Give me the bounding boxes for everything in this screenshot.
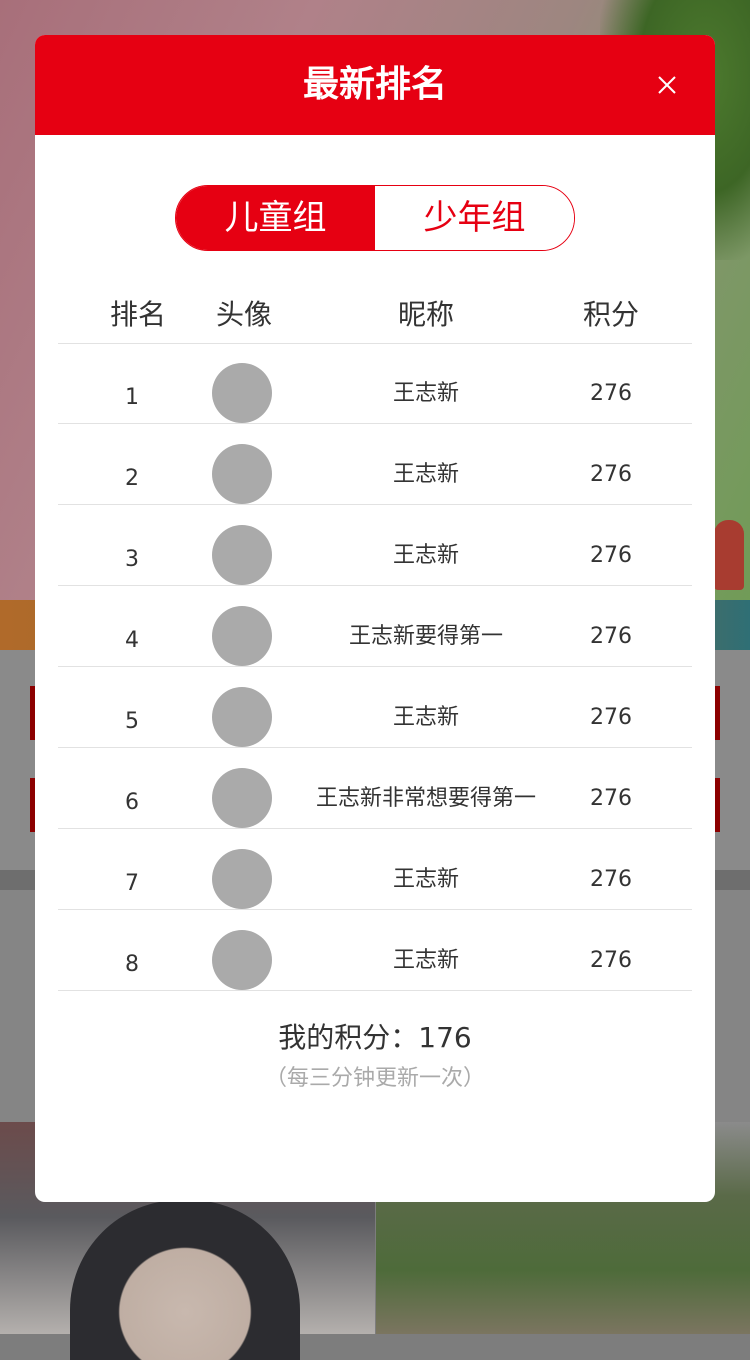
score-cell: 276 [590, 462, 632, 487]
header-rank: 排名 [109, 298, 166, 331]
nickname-cell: 王志新 [392, 948, 459, 973]
group-switch: 儿童组 少年组 [175, 185, 575, 251]
header-score: 积分 [582, 298, 639, 331]
update-note: （每三分钟更新一次） [264, 1066, 485, 1091]
rank-cell: 1 [125, 385, 139, 410]
score-cell: 276 [590, 867, 632, 892]
avatar [212, 849, 272, 909]
score-cell: 276 [590, 786, 632, 811]
table-row: 4 王志新要得第一 276 [58, 586, 692, 667]
ranking-table: 1 王志新 276 2 王志新 276 3 王志新 276 4 王志新要得第一 … [58, 343, 692, 991]
table-row: 8 王志新 276 [58, 910, 692, 991]
avatar [212, 525, 272, 585]
my-score: 我的积分：176 [278, 1021, 472, 1054]
rank-cell: 5 [125, 709, 139, 734]
avatar [212, 687, 272, 747]
nickname-cell: 王志新 [392, 381, 459, 406]
ranking-modal: 最新排名 儿童组 少年组 排名 头像 昵称 积分 1 王志新 276 2 王志新… [35, 35, 715, 1202]
score-cell: 276 [590, 624, 632, 649]
rank-cell: 2 [125, 466, 139, 491]
rank-cell: 4 [125, 628, 139, 653]
close-icon[interactable] [651, 69, 683, 101]
ranking-table-header: 排名 头像 昵称 积分 [58, 285, 692, 344]
rank-cell: 6 [125, 790, 139, 815]
score-cell: 276 [590, 948, 632, 973]
avatar [212, 768, 272, 828]
header-nickname: 昵称 [397, 298, 454, 331]
header-avatar: 头像 [215, 298, 272, 331]
score-cell: 276 [590, 543, 632, 568]
rank-cell: 7 [125, 871, 139, 896]
nickname-cell: 王志新 [392, 867, 459, 892]
avatar [212, 930, 272, 990]
modal-header: 最新排名 [35, 35, 715, 135]
table-row: 1 王志新 276 [58, 343, 692, 424]
score-cell: 276 [590, 381, 632, 406]
table-row: 3 王志新 276 [58, 505, 692, 586]
modal-title: 最新排名 [302, 64, 447, 105]
table-row: 2 王志新 276 [58, 424, 692, 505]
nickname-cell: 王志新 [392, 462, 459, 487]
table-row: 6 王志新非常想要得第一 276 [58, 748, 692, 829]
nickname-cell: 王志新 [392, 543, 459, 568]
tab-teen-group[interactable]: 少年组 [375, 186, 574, 250]
nickname-cell: 王志新非常想要得第一 [315, 786, 536, 811]
nickname-cell: 王志新 [392, 705, 459, 730]
table-row: 5 王志新 276 [58, 667, 692, 748]
background-figure [714, 520, 744, 590]
table-row: 7 王志新 276 [58, 829, 692, 910]
avatar [212, 606, 272, 666]
tab-children-group[interactable]: 儿童组 [176, 186, 375, 250]
rank-cell: 3 [125, 547, 139, 572]
avatar [212, 444, 272, 504]
avatar [212, 363, 272, 423]
score-cell: 276 [590, 705, 632, 730]
nickname-cell: 王志新要得第一 [348, 624, 503, 649]
rank-cell: 8 [125, 952, 139, 977]
